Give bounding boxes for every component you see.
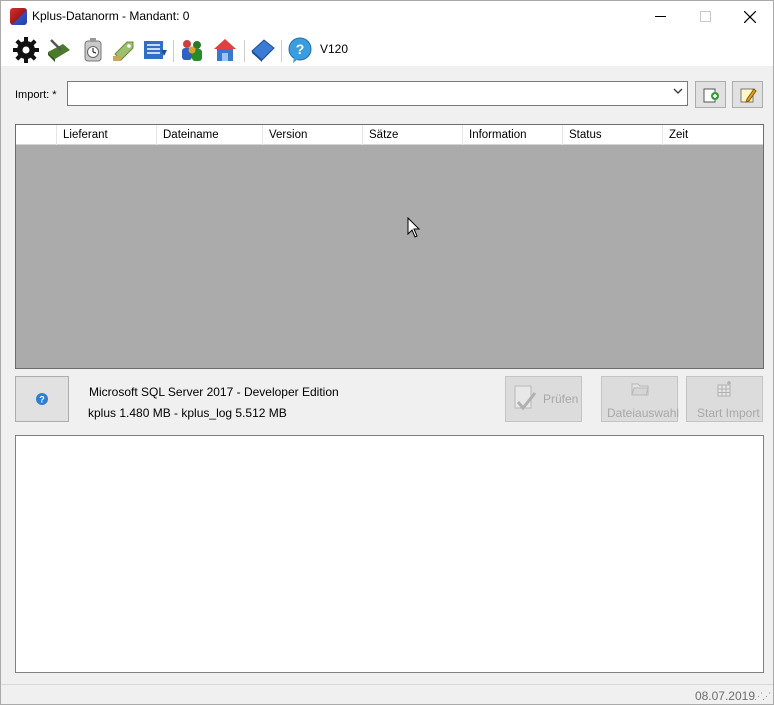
column-header-saetze[interactable]: Sätze xyxy=(362,125,462,145)
close-icon xyxy=(744,10,756,23)
table-import-icon xyxy=(717,381,731,397)
import-combobox[interactable] xyxy=(67,81,688,106)
company-button[interactable] xyxy=(211,36,239,64)
status-bar: 08.07.2019 ⋰⋰ xyxy=(1,684,773,704)
close-button[interactable] xyxy=(727,1,773,32)
status-date: 08.07.2019 xyxy=(694,689,755,703)
add-import-button[interactable] xyxy=(695,81,726,108)
import-label: Import: * xyxy=(15,89,57,101)
book-icon xyxy=(251,39,275,62)
toolbar-separator xyxy=(244,40,245,62)
chevron-down-icon[interactable] xyxy=(673,86,683,99)
settings-icon xyxy=(13,37,39,63)
check-document-icon xyxy=(514,385,537,411)
check-button[interactable]: Prüfen xyxy=(505,376,582,422)
minimize-icon xyxy=(654,16,666,17)
window-title: Kplus-Datanorm - Mandant: 0 xyxy=(32,9,190,23)
users-icon xyxy=(182,40,202,61)
svg-text:?: ? xyxy=(296,41,305,57)
list-icon xyxy=(144,41,167,59)
log-textbox[interactable] xyxy=(15,435,764,673)
start-import-button[interactable]: Start Import xyxy=(686,376,763,422)
help-toolbar-button[interactable]: ? xyxy=(286,36,314,64)
file-select-button[interactable]: Dateiauswahl xyxy=(601,376,680,422)
version-label: V120 xyxy=(320,42,349,56)
maximize-icon xyxy=(699,11,711,22)
column-header-information[interactable]: Information xyxy=(462,125,562,145)
toolbar-separator xyxy=(173,40,174,62)
title-bar[interactable]: Kplus-Datanorm - Mandant: 0 xyxy=(1,1,773,32)
company-icon xyxy=(214,39,236,61)
app-icon xyxy=(10,8,27,25)
app-window: Kplus-Datanorm - Mandant: 0 ? V120 Impor… xyxy=(0,0,774,705)
help-icon: ? xyxy=(36,393,48,405)
column-header-status[interactable]: Status xyxy=(562,125,662,145)
grid-header: Lieferant Dateiname Version Sätze Inform… xyxy=(16,125,763,145)
resize-grip-icon[interactable]: ⋰⋰ xyxy=(754,691,771,702)
maximize-button[interactable] xyxy=(682,1,728,32)
info-help-button[interactable]: ? xyxy=(15,376,69,422)
folder-icon xyxy=(631,383,649,396)
settings-button[interactable] xyxy=(12,36,40,64)
minimize-button[interactable] xyxy=(637,1,683,32)
tools-icon xyxy=(48,39,70,62)
list-button[interactable] xyxy=(141,36,169,64)
timer-button[interactable] xyxy=(79,36,107,64)
mouse-cursor-icon xyxy=(407,216,421,242)
toolbar-separator xyxy=(281,40,282,62)
column-header-version[interactable]: Version xyxy=(262,125,362,145)
column-header-dateiname[interactable]: Dateiname xyxy=(156,125,262,145)
column-header-select[interactable] xyxy=(16,125,56,145)
add-file-icon xyxy=(703,88,719,102)
import-grid[interactable]: Lieferant Dateiname Version Sätze Inform… xyxy=(15,124,764,369)
users-button[interactable] xyxy=(178,36,206,64)
edit-icon xyxy=(740,87,757,103)
column-header-lieferant[interactable]: Lieferant xyxy=(56,125,156,145)
help-icon: ? xyxy=(288,37,312,63)
database-sizes: kplus 1.480 MB - kplus_log 5.512 MB xyxy=(88,406,287,420)
book-button[interactable] xyxy=(249,36,277,64)
column-header-zeit[interactable]: Zeit xyxy=(662,125,763,145)
price-button[interactable] xyxy=(109,36,137,64)
start-import-button-label: Start Import xyxy=(697,406,760,420)
server-info: Microsoft SQL Server 2017 - Developer Ed… xyxy=(89,385,339,399)
svg-text:?: ? xyxy=(39,395,45,405)
price-tag-icon xyxy=(113,41,134,61)
timer-icon xyxy=(84,38,102,62)
toolbar: ? V120 xyxy=(1,32,773,66)
tools-button[interactable] xyxy=(45,36,73,64)
file-select-button-label: Dateiauswahl xyxy=(607,406,680,420)
edit-import-button[interactable] xyxy=(732,81,763,108)
check-button-label: Prüfen xyxy=(543,392,579,406)
